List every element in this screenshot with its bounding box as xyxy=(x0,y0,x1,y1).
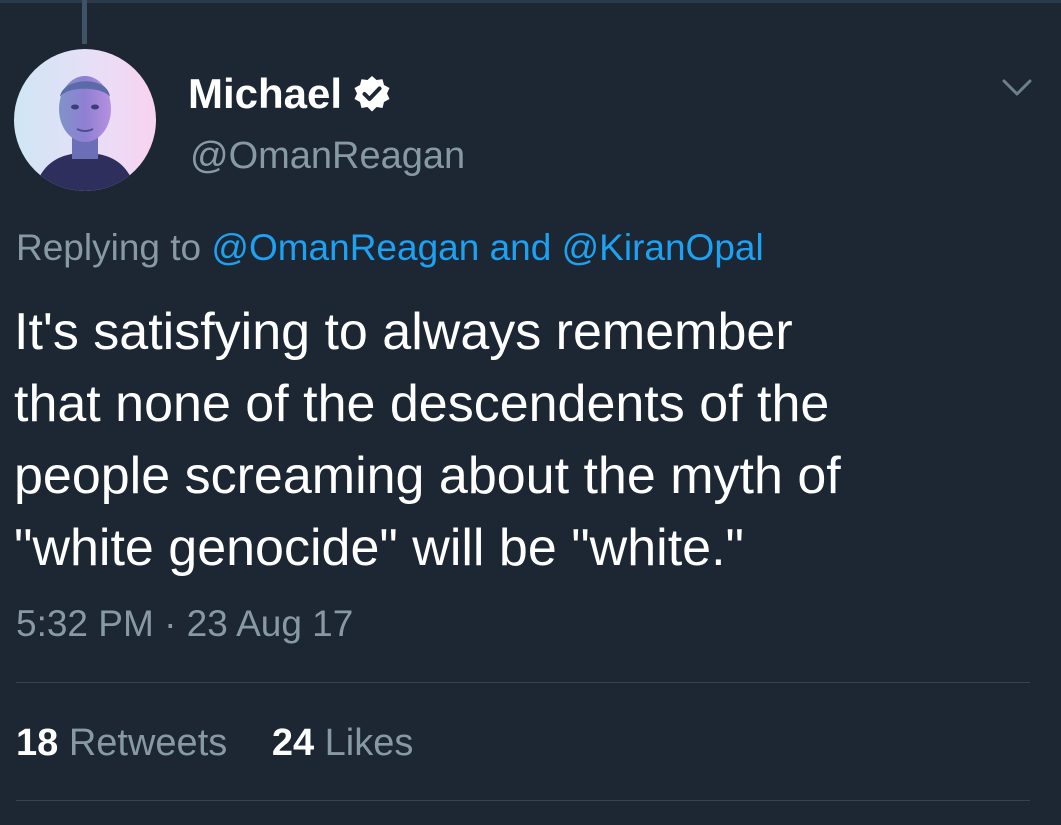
reply-conjunction[interactable]: and xyxy=(490,227,552,268)
tweet-detail: Michael @OmanReagan Replying to @OmanRea… xyxy=(0,0,1061,825)
tweet-text-line: that none of the descendents of the xyxy=(14,375,830,433)
author-handle[interactable]: @OmanReagan xyxy=(190,132,465,180)
top-edge xyxy=(0,0,1061,3)
likes-label: Likes xyxy=(324,722,414,764)
tweet-timestamp[interactable]: 5:32 PM · 23 Aug 17 xyxy=(16,600,353,648)
tweet-text-line: people screaming about the myth of xyxy=(14,447,841,505)
reply-mention-omanreagan[interactable]: @OmanReagan xyxy=(211,227,479,268)
avatar-image xyxy=(14,49,156,191)
author-display-name[interactable]: Michael xyxy=(188,68,342,120)
tweet-text: It's satisfying to always remember that … xyxy=(14,296,1024,584)
divider xyxy=(16,800,1030,801)
likes-stat[interactable]: 24 Likes xyxy=(272,718,414,768)
avatar[interactable] xyxy=(14,49,156,191)
author-display-name-row[interactable]: Michael xyxy=(188,68,392,120)
retweets-stat[interactable]: 18 Retweets xyxy=(16,718,227,768)
replying-to-line: Replying to @OmanReagan and @KiranOpal xyxy=(16,224,764,272)
replying-to-prefix: Replying to xyxy=(16,227,202,268)
retweets-label: Retweets xyxy=(68,722,228,764)
thread-connector-line xyxy=(82,0,87,44)
tweet-text-line: "white genocide" will be "white." xyxy=(14,519,744,577)
retweets-count: 18 xyxy=(16,722,59,764)
divider xyxy=(16,682,1030,683)
reply-mention-kiranopal[interactable]: @KiranOpal xyxy=(562,227,764,268)
verified-badge-icon xyxy=(352,74,392,114)
tweet-text-line: It's satisfying to always remember xyxy=(14,303,793,361)
engagement-stats: 18 Retweets 24 Likes xyxy=(16,718,447,768)
chevron-down-icon[interactable] xyxy=(1000,76,1034,100)
likes-count: 24 xyxy=(271,722,315,764)
